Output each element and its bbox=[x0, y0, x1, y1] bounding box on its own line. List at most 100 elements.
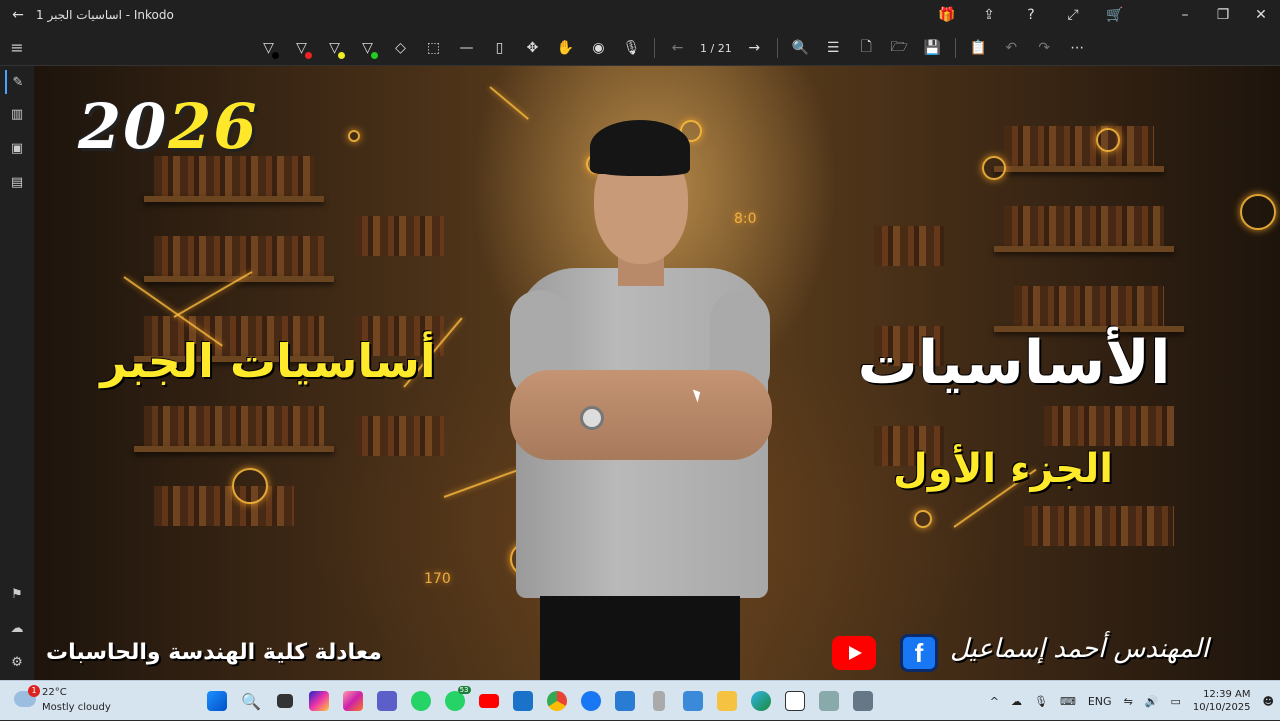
pen-tool-icon[interactable]: ✎ bbox=[5, 70, 29, 94]
app-icon[interactable] bbox=[848, 686, 879, 716]
message-count-badge: 53 bbox=[457, 686, 471, 694]
start-button[interactable] bbox=[202, 686, 233, 716]
notifications-icon[interactable]: ☻ bbox=[1257, 695, 1280, 708]
help-icon[interactable]: ? bbox=[1010, 0, 1052, 30]
bookshelf bbox=[1004, 206, 1164, 246]
clipboard-side-icon[interactable]: ▤ bbox=[5, 170, 29, 194]
cloud-icon[interactable]: ☁ bbox=[5, 616, 29, 640]
pants bbox=[540, 596, 740, 680]
divider bbox=[776, 38, 778, 58]
next-page-icon[interactable]: → bbox=[738, 33, 771, 63]
file-explorer-icon[interactable] bbox=[712, 686, 743, 716]
powerapps-icon[interactable] bbox=[610, 686, 641, 716]
divider bbox=[654, 38, 655, 58]
date: 10/10/2025 bbox=[1192, 702, 1251, 713]
cart-icon[interactable]: 🛒 bbox=[1094, 0, 1136, 30]
shelf bbox=[994, 166, 1164, 172]
bookshelf bbox=[154, 486, 294, 526]
clipboard-icon[interactable]: 📋 bbox=[962, 33, 995, 63]
previous-page-icon[interactable]: ← bbox=[661, 33, 694, 63]
notification-badge: 1 bbox=[28, 685, 40, 697]
open-folder-icon[interactable]: 🗁 bbox=[883, 33, 916, 63]
weather-description: Mostly cloudy bbox=[42, 702, 111, 713]
weather-temperature: 22°C bbox=[42, 687, 67, 698]
app-icon[interactable] bbox=[814, 686, 845, 716]
page-indicator: 1 / 21 bbox=[700, 41, 732, 55]
instagram-icon[interactable] bbox=[338, 686, 369, 716]
pen-red-icon[interactable]: ▽ bbox=[285, 33, 318, 63]
settings-sliders-icon[interactable]: ☰ bbox=[817, 33, 850, 63]
library-icon[interactable]: ▥ bbox=[5, 102, 29, 126]
line-icon[interactable]: — bbox=[450, 33, 483, 63]
youtube-icon bbox=[832, 636, 876, 670]
chrome-icon[interactable] bbox=[542, 686, 573, 716]
back-arrow-icon[interactable]: ← bbox=[0, 7, 36, 23]
hamburger-menu-icon[interactable]: ≡ bbox=[6, 38, 28, 58]
fullscreen-icon[interactable]: ⤢ bbox=[1052, 0, 1094, 30]
notepad-icon[interactable] bbox=[644, 686, 675, 716]
zoom-icon[interactable]: 🔍 bbox=[784, 33, 817, 63]
glowing-circle bbox=[232, 468, 268, 504]
settings-gear-icon[interactable]: ⚙ bbox=[5, 650, 29, 674]
whatsapp-business-icon[interactable]: 53 bbox=[440, 686, 471, 716]
toolbar: ≡ ▽ ▽ ▽ ▽ ◇ ⬚ — ▯ ✥ ✋ ◉ 🎙 ← 1 / 21 → 🔍 ☰… bbox=[0, 30, 1280, 66]
maximize-button[interactable]: ❐ bbox=[1204, 0, 1242, 30]
whatsapp-icon[interactable] bbox=[406, 686, 437, 716]
battery-icon[interactable]: ▭ bbox=[1164, 695, 1186, 708]
clock[interactable]: 12:39 AM 10/10/2025 bbox=[1187, 688, 1257, 714]
ruler-icon[interactable]: ▯ bbox=[483, 33, 516, 63]
network-icon[interactable]: ⇋ bbox=[1118, 695, 1139, 708]
save-icon[interactable]: 💾 bbox=[916, 33, 949, 63]
microphone-tray-icon[interactable]: 🎙 bbox=[1028, 695, 1054, 708]
undo-icon[interactable]: ↶ bbox=[995, 33, 1028, 63]
glowing-line bbox=[489, 86, 529, 120]
move-icon[interactable]: ✥ bbox=[516, 33, 549, 63]
feedback-icon[interactable]: ⚑ bbox=[5, 582, 29, 606]
eraser-icon[interactable]: ◇ bbox=[384, 33, 417, 63]
teams-icon[interactable] bbox=[372, 686, 403, 716]
taskbar: 1 22°C Mostly cloudy 🔍 53 ^ ☁ 🎙 ⌨ ENG ⇋ … bbox=[0, 680, 1280, 720]
minimize-button[interactable]: – bbox=[1166, 0, 1204, 30]
crossed-arms bbox=[510, 370, 772, 460]
chevron-up-icon[interactable]: ^ bbox=[984, 695, 1005, 708]
share-icon[interactable]: ⇪ bbox=[968, 0, 1010, 30]
task-view-icon[interactable] bbox=[270, 686, 301, 716]
youtube-taskbar-icon[interactable] bbox=[474, 686, 505, 716]
pen-black-icon[interactable]: ▽ bbox=[252, 33, 285, 63]
shelf bbox=[994, 246, 1174, 252]
shelf bbox=[144, 196, 324, 202]
keyboard-icon[interactable]: ⌨ bbox=[1054, 695, 1082, 708]
bookshelf bbox=[154, 236, 324, 276]
bookshelf bbox=[874, 226, 944, 266]
pen-green-icon[interactable]: ▽ bbox=[351, 33, 384, 63]
more-options-icon[interactable]: ⋯ bbox=[1061, 33, 1094, 63]
palette-icon[interactable]: ◉ bbox=[582, 33, 615, 63]
facebook-taskbar-icon[interactable] bbox=[576, 686, 607, 716]
copilot-icon[interactable] bbox=[304, 686, 335, 716]
hand-icon[interactable]: ✋ bbox=[549, 33, 582, 63]
language-indicator[interactable]: ENG bbox=[1082, 695, 1118, 708]
bookshelf bbox=[1024, 506, 1174, 546]
new-file-icon[interactable]: 🗋 bbox=[850, 33, 883, 63]
search-icon[interactable]: 🔍 bbox=[236, 686, 267, 716]
glowing-circle bbox=[1240, 194, 1276, 230]
slide-canvas[interactable]: 8:0 170 2026 أساسيات الجبر الأساسيات الج… bbox=[34, 66, 1280, 680]
inkodo-icon[interactable] bbox=[780, 686, 811, 716]
snipping-tool-icon[interactable] bbox=[678, 686, 709, 716]
close-button[interactable]: ✕ bbox=[1242, 0, 1280, 30]
year-heading: 2026 bbox=[78, 90, 259, 163]
edge-icon[interactable] bbox=[746, 686, 777, 716]
glowing-number: 170 bbox=[424, 571, 451, 587]
microphone-icon[interactable]: 🎙 bbox=[615, 33, 648, 63]
cap-brim bbox=[600, 166, 688, 176]
onedrive-icon[interactable]: ☁ bbox=[1005, 695, 1028, 708]
presentation-icon[interactable]: ▣ bbox=[5, 136, 29, 160]
year-suffix: 26 bbox=[168, 90, 259, 163]
selection-icon[interactable]: ⬚ bbox=[417, 33, 450, 63]
store-icon[interactable] bbox=[508, 686, 539, 716]
weather-widget[interactable]: 1 22°C Mostly cloudy bbox=[14, 685, 134, 717]
pen-yellow-icon[interactable]: ▽ bbox=[318, 33, 351, 63]
volume-icon[interactable]: 🔊 bbox=[1139, 695, 1165, 708]
gift-icon[interactable]: 🎁 bbox=[926, 0, 968, 30]
redo-icon[interactable]: ↷ bbox=[1028, 33, 1061, 63]
